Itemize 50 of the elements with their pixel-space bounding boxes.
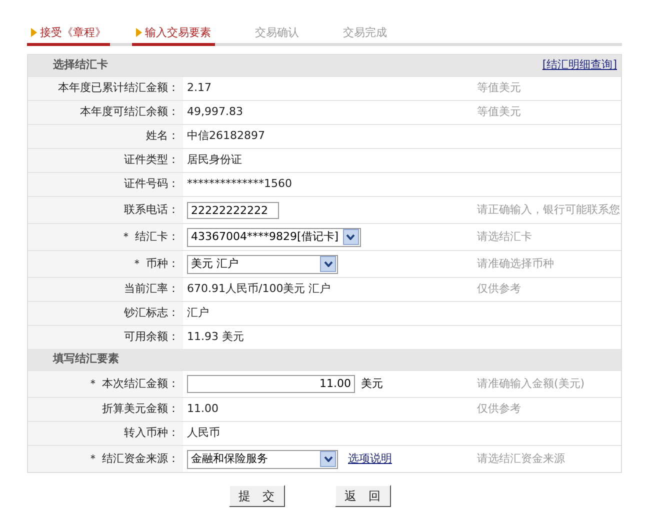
field-value: 49,997.83	[187, 104, 243, 120]
triangle-icon	[31, 28, 37, 38]
field-label: 姓名：	[146, 128, 179, 144]
section-title: 选择结汇卡	[53, 57, 108, 74]
field-value: 2.17	[187, 80, 212, 96]
field-value: 汇户	[187, 305, 209, 322]
field-label: 可用余额：	[124, 329, 179, 346]
section-title: 填写结汇要素	[53, 351, 119, 368]
field-label: 联系电话：	[124, 202, 179, 218]
triangle-icon	[136, 28, 142, 38]
dropdown[interactable]: 金融和保险服务	[187, 450, 338, 468]
field-label: ＊ 结汇资金来源：	[88, 450, 179, 467]
form-button[interactable]: 提 交	[228, 485, 284, 507]
field-hint: 等值美元	[477, 104, 521, 120]
field-hint: 仅供参考	[477, 401, 521, 418]
field-label: 证件类型：	[124, 152, 179, 168]
field-label: 钞汇标志：	[124, 305, 179, 322]
field-hint: 等值美元	[477, 80, 521, 96]
field-value: 居民身份证	[187, 152, 242, 168]
field-value: 670.91人民币/100美元 汇户	[187, 281, 331, 298]
field-value: **************1560	[187, 176, 292, 192]
step-tab[interactable]: 输入交易要素	[132, 24, 215, 46]
amount-input[interactable]: 11.00	[187, 375, 355, 393]
field-label: ＊ 结汇卡：	[120, 228, 179, 245]
field-value: 中信26182897	[187, 128, 265, 144]
field-label: 本年度可结汇余额：	[80, 104, 179, 120]
field-label: ＊ 币种：	[132, 256, 179, 272]
field-hint: 请选结汇卡	[477, 228, 532, 245]
field-label: ＊ 本次结汇金额：	[88, 376, 179, 392]
field-label: 证件号码：	[124, 176, 179, 192]
step-tab[interactable]: 接受《章程》	[27, 24, 110, 46]
form-button[interactable]: 返 回	[334, 485, 390, 507]
field-hint: 请正确输入，银行可能联系您	[477, 202, 620, 218]
field-value: 人民币	[187, 425, 220, 442]
field-label: 本年度已累计结汇金额：	[58, 80, 179, 96]
field-value: 11.00	[187, 401, 218, 418]
field-label: 折算美元金额：	[102, 401, 179, 418]
dropdown[interactable]: 美元 汇户	[187, 254, 338, 274]
details-query-link[interactable]: [结汇明细查询]	[542, 57, 617, 74]
unit-label: 美元	[361, 376, 383, 392]
dropdown[interactable]: 43367004****9829[借记卡]	[187, 228, 361, 246]
field-label: 转入币种：	[124, 425, 179, 442]
field-value: 11.93 美元	[187, 329, 244, 346]
field-hint: 请选结汇资金来源	[477, 450, 565, 467]
phone-input[interactable]: 22222222222	[187, 202, 279, 218]
field-hint: 请准确选择币种	[477, 256, 554, 272]
field-hint: 仅供参考	[477, 281, 521, 298]
option-help-link[interactable]: 选项说明	[348, 450, 392, 468]
field-label: 当前汇率：	[124, 281, 179, 298]
field-hint: 请准确输入金额(美元)	[477, 376, 585, 392]
